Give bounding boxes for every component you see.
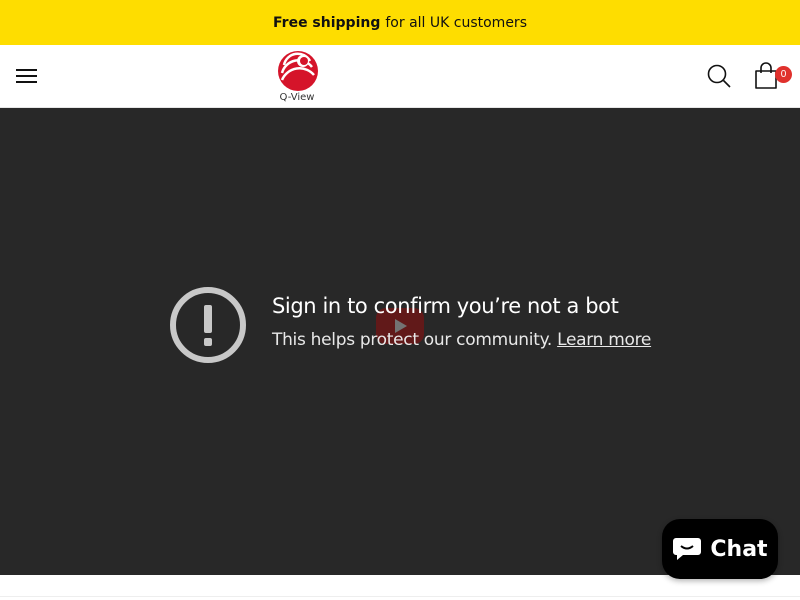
cart-count-badge: 0	[775, 66, 792, 83]
bot-check-title: Sign in to confirm you’re not a bot	[272, 294, 619, 318]
announcement-bold-text: Free shipping	[273, 14, 381, 31]
site-logo[interactable]: Q-View	[274, 49, 320, 105]
menu-button[interactable]	[14, 65, 40, 87]
search-button[interactable]	[706, 63, 732, 89]
divider	[0, 596, 800, 597]
site-header: Q-View 0	[0, 45, 800, 108]
chat-label: Chat	[710, 536, 768, 562]
video-player[interactable]: Sign in to confirm you’re not a bot This…	[0, 108, 800, 575]
search-icon	[707, 64, 731, 88]
learn-more-link[interactable]: Learn more	[557, 330, 651, 350]
chat-bubble-icon	[673, 538, 702, 560]
warning-icon	[170, 287, 246, 363]
chat-button[interactable]: Chat	[662, 519, 778, 579]
bot-check-message: This helps protect our community. Learn …	[272, 330, 651, 350]
q-view-logo	[278, 51, 318, 91]
announcement-bar: Free shipping for all UK customers	[0, 0, 800, 45]
announcement-text: for all UK customers	[385, 14, 527, 31]
bot-check-body: This helps protect our community.	[272, 330, 553, 350]
menu-icon	[16, 69, 37, 83]
logo-text: Q-View	[279, 92, 315, 103]
